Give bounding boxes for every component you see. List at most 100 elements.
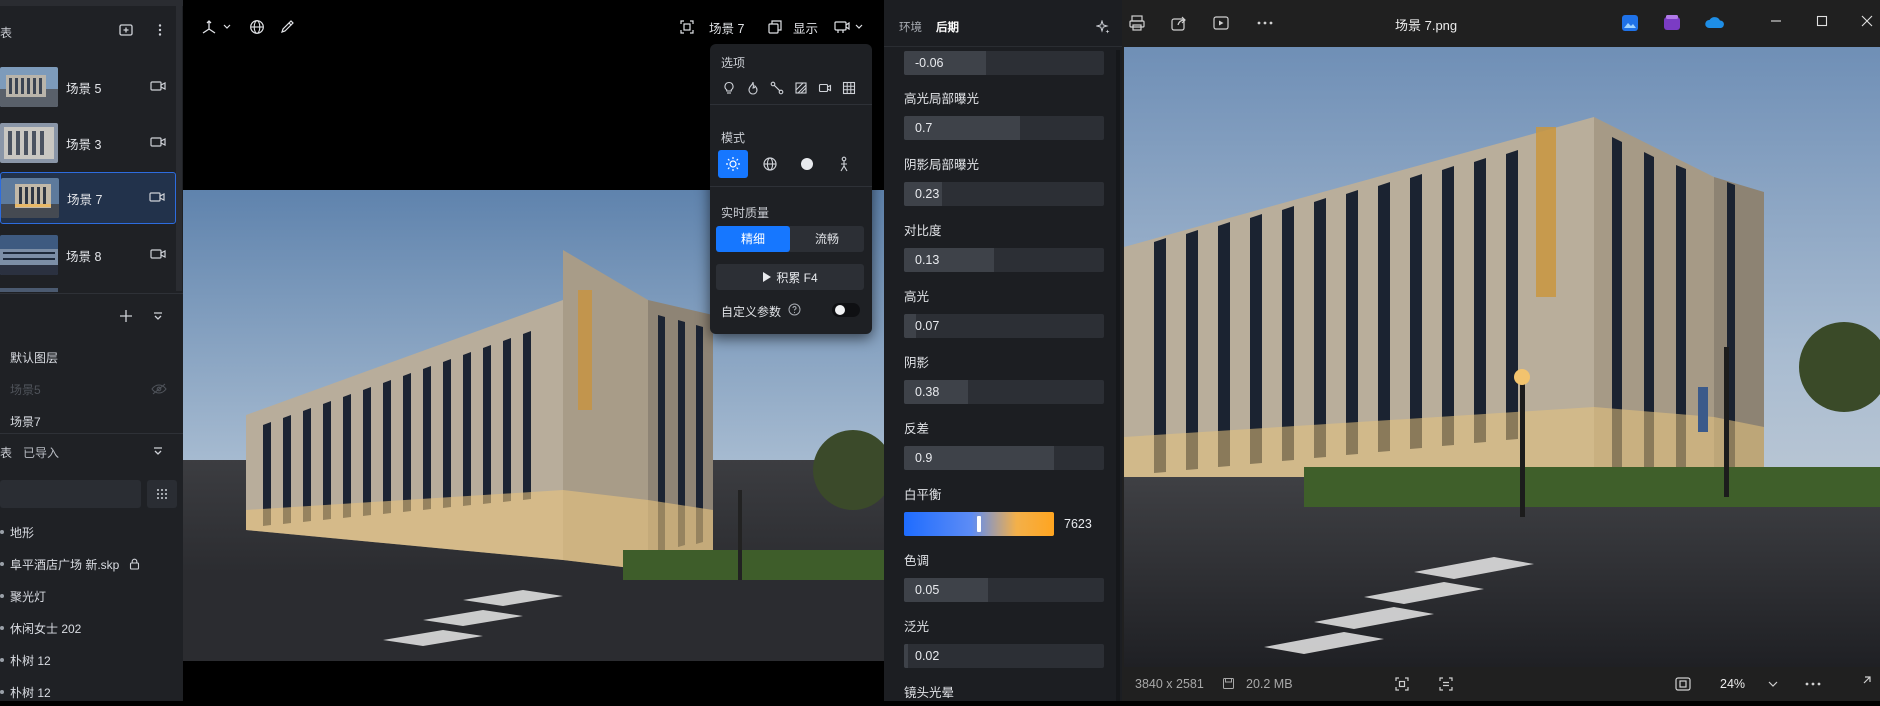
clipchamp-icon[interactable]: [1662, 13, 1682, 33]
camera-icon[interactable]: [150, 136, 168, 150]
scene-thumbnail-partial: [0, 288, 58, 292]
circle-mode-icon[interactable]: [792, 150, 822, 178]
collapse-icon[interactable]: [152, 310, 164, 322]
camera-icon[interactable]: [149, 191, 167, 205]
grid-view-button[interactable]: [147, 480, 177, 508]
zoom-dropdown[interactable]: 24%: [1708, 671, 1786, 697]
zoom-fit-icon[interactable]: [1674, 676, 1692, 692]
focus-frame-icon: [679, 19, 695, 35]
params-scrollbar[interactable]: [1116, 50, 1120, 701]
asset-item[interactable]: 朴树 12: [0, 646, 51, 674]
param-label: 反差: [904, 422, 930, 436]
sparkle-icon[interactable]: [1096, 20, 1110, 34]
fit-screen-icon[interactable]: [1394, 676, 1410, 692]
transform-tool-button[interactable]: [201, 13, 231, 41]
collapse-icon[interactable]: [152, 445, 164, 457]
divider: [0, 433, 183, 434]
imported-tab[interactable]: 已导入: [23, 444, 59, 461]
actual-size-icon[interactable]: [1438, 676, 1454, 692]
share-icon[interactable]: [1170, 14, 1188, 32]
layer-item-default[interactable]: 默认图层: [10, 343, 58, 371]
person-mode-icon[interactable]: [829, 150, 859, 178]
close-icon[interactable]: [1860, 14, 1874, 28]
add-layer-icon[interactable]: [118, 308, 134, 324]
top-strip: [0, 0, 183, 6]
add-scene-icon[interactable]: [118, 22, 134, 38]
asset-item[interactable]: 朴树 12: [0, 678, 51, 706]
param-slider[interactable]: 0.02: [904, 644, 1104, 668]
tab-environment[interactable]: 环境: [899, 19, 922, 35]
param-slider[interactable]: 0.38: [904, 380, 1104, 404]
scene-label: 场景 7: [67, 192, 103, 207]
play-icon: [762, 271, 772, 283]
slider-exposure[interactable]: -0.06: [904, 51, 1104, 75]
param-slider[interactable]: 0.7: [904, 116, 1104, 140]
lock-icon[interactable]: [129, 558, 140, 570]
maximize-icon[interactable]: [1815, 14, 1829, 28]
scene-item-selected[interactable]: 场景 7: [0, 172, 176, 224]
asset-item[interactable]: 地形: [0, 518, 34, 546]
video-icon[interactable]: [815, 78, 835, 98]
scene-item[interactable]: 场景 5: [0, 61, 176, 113]
globe-button[interactable]: [249, 13, 265, 41]
layer-item-hidden[interactable]: 场景5: [10, 375, 41, 403]
param-label: 阴影局部曝光: [904, 158, 980, 172]
grid-table-icon[interactable]: [839, 78, 859, 98]
camera-icon[interactable]: [150, 80, 168, 94]
onedrive-icon[interactable]: [1704, 13, 1726, 33]
camera-icon[interactable]: [150, 248, 168, 262]
scene-thumbnail: [0, 67, 58, 107]
asset-item[interactable]: 休闲女士 202: [0, 614, 81, 642]
sun-mode-icon[interactable]: [718, 150, 748, 178]
divider: [884, 46, 1122, 47]
image-viewer-window: 场景 7.png 3840 x 2581 20.2 MB 24%: [1122, 0, 1880, 701]
more-vertical-icon[interactable]: [152, 22, 168, 38]
photo-app-icon[interactable]: [1620, 13, 1640, 33]
eye-hidden-icon[interactable]: [151, 383, 167, 395]
viewer-title: 场景 7.png: [1395, 18, 1458, 33]
param-slider[interactable]: 0.07: [904, 314, 1104, 338]
slider-value: 0.9: [915, 451, 933, 465]
quality-smooth-option[interactable]: 流畅: [790, 226, 864, 252]
eyedropper-button[interactable]: [279, 13, 295, 41]
custom-params-toggle[interactable]: [832, 303, 860, 317]
param-label: 阴影: [904, 356, 930, 370]
bulb-icon[interactable]: [719, 78, 739, 98]
slider-handle[interactable]: [977, 516, 981, 532]
render-settings-button[interactable]: [833, 13, 863, 41]
quality-fine-option[interactable]: 精细: [716, 226, 790, 252]
slider-value: 0.05: [915, 583, 940, 597]
param-slider[interactable]: 0.05: [904, 578, 1104, 602]
asset-search-input[interactable]: [0, 480, 141, 508]
scene-item[interactable]: 场景 8: [0, 229, 176, 281]
globe-mode-icon[interactable]: [755, 150, 785, 178]
param-slider[interactable]: 0.9: [904, 446, 1104, 470]
asset-item[interactable]: 阜平酒店广场 新.skp: [0, 550, 140, 578]
param-slider[interactable]: 0.13: [904, 248, 1104, 272]
path-icon[interactable]: [767, 78, 787, 98]
tab-post[interactable]: 后期: [936, 19, 959, 35]
scene-item[interactable]: 场景 3: [0, 117, 176, 169]
divider: [0, 293, 183, 294]
scene-selector-button[interactable]: 场景 7: [679, 13, 744, 41]
minimize-icon[interactable]: [1769, 14, 1783, 28]
panel-title: 表: [0, 26, 13, 40]
asset-item[interactable]: 聚光灯: [0, 582, 46, 610]
layer-item[interactable]: 场景7: [10, 407, 41, 435]
section-plane-icon[interactable]: [791, 78, 811, 98]
scrollbar-track[interactable]: [176, 6, 182, 291]
more-horizontal-icon[interactable]: [1256, 14, 1274, 32]
white-balance-slider[interactable]: [904, 512, 1054, 536]
white-balance-value: 7623: [1064, 517, 1092, 531]
param-slider[interactable]: 0.23: [904, 182, 1104, 206]
more-horizontal-icon[interactable]: [1804, 677, 1822, 691]
display-label: 显示: [793, 21, 819, 36]
slideshow-icon[interactable]: [1212, 14, 1230, 32]
accumulate-button[interactable]: 积累 F4: [716, 264, 864, 290]
expand-icon[interactable]: [1856, 675, 1872, 691]
display-button[interactable]: 显示: [767, 13, 818, 41]
flame-icon[interactable]: [743, 78, 763, 98]
help-icon[interactable]: [788, 303, 801, 316]
divider: [710, 186, 872, 187]
print-icon[interactable]: [1128, 14, 1146, 32]
